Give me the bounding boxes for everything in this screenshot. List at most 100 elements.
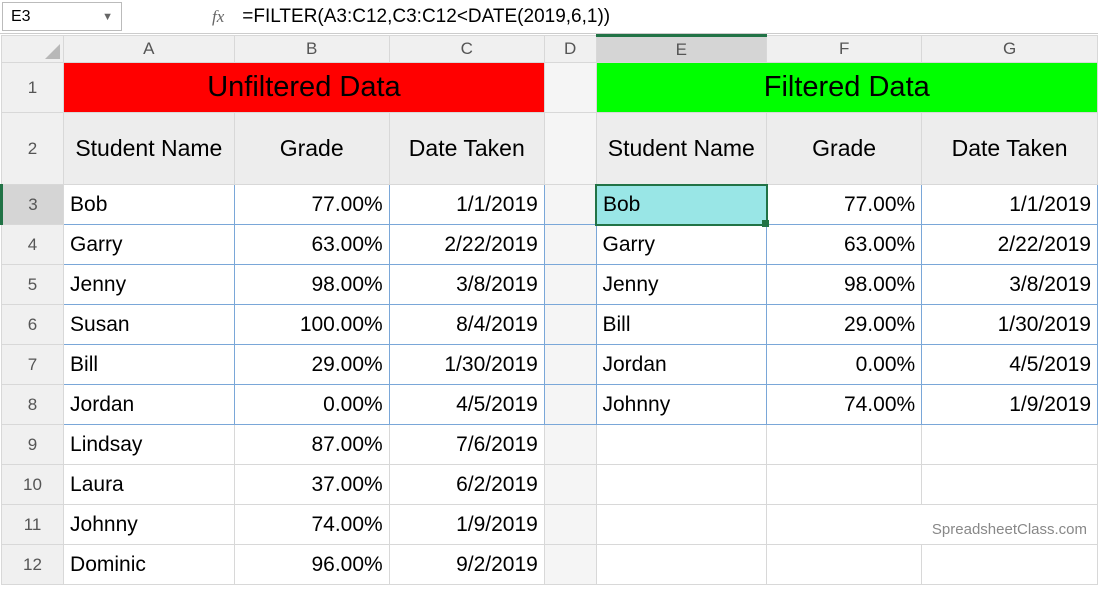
cell-b10[interactable]: 37.00% [234,465,389,505]
cell-b4[interactable]: 63.00% [234,225,389,265]
select-all-corner[interactable] [2,36,64,63]
cell-d5[interactable] [544,265,596,305]
cell-b3[interactable]: 77.00% [234,185,389,225]
cell-g9[interactable] [922,425,1098,465]
cell-b12[interactable]: 96.00% [234,545,389,585]
cell-a7[interactable]: Bill [64,345,235,385]
cell-g5[interactable]: 3/8/2019 [922,265,1098,305]
cell-d10[interactable] [544,465,596,505]
cell-f4[interactable]: 63.00% [767,225,922,265]
cell-f3[interactable]: 77.00% [767,185,922,225]
col-header-e[interactable]: E [596,36,767,63]
cell-c11[interactable]: 1/9/2019 [389,505,544,545]
cell-g8[interactable]: 1/9/2019 [922,385,1098,425]
row-header-4[interactable]: 4 [2,225,64,265]
cell-d11[interactable] [544,505,596,545]
cell-f12[interactable] [767,545,922,585]
col-header-d[interactable]: D [544,36,596,63]
hdr-date-fil[interactable]: Date Taken [922,113,1098,185]
cell-a9[interactable]: Lindsay [64,425,235,465]
cell-c3[interactable]: 1/1/2019 [389,185,544,225]
cell-a10[interactable]: Laura [64,465,235,505]
cell-e6[interactable]: Bill [596,305,767,345]
cell-c5[interactable]: 3/8/2019 [389,265,544,305]
row-header-8[interactable]: 8 [2,385,64,425]
cell-b9[interactable]: 87.00% [234,425,389,465]
cell-a3[interactable]: Bob [64,185,235,225]
col-header-f[interactable]: F [767,36,922,63]
cell-a12[interactable]: Dominic [64,545,235,585]
cell-a6[interactable]: Susan [64,305,235,345]
col-header-b[interactable]: B [234,36,389,63]
hdr-date-unf[interactable]: Date Taken [389,113,544,185]
name-box[interactable]: E3 ▼ [2,2,122,31]
row-header-6[interactable]: 6 [2,305,64,345]
cell-f9[interactable] [767,425,922,465]
spreadsheet-grid[interactable]: A B C D E F G 1 Unfiltered Data Filtered… [0,34,1098,585]
cell-d7[interactable] [544,345,596,385]
col-header-g[interactable]: G [922,36,1098,63]
cell-b5[interactable]: 98.00% [234,265,389,305]
cell-g4[interactable]: 2/22/2019 [922,225,1098,265]
row-header-5[interactable]: 5 [2,265,64,305]
cell-d1[interactable] [544,63,596,113]
row-header-3[interactable]: 3 [2,185,64,225]
cell-f6[interactable]: 29.00% [767,305,922,345]
cell-f8[interactable]: 74.00% [767,385,922,425]
cell-f5[interactable]: 98.00% [767,265,922,305]
cell-g10[interactable] [922,465,1098,505]
cell-e3-selected[interactable]: Bob [596,185,767,225]
col-header-c[interactable]: C [389,36,544,63]
cell-c9[interactable]: 7/6/2019 [389,425,544,465]
hdr-grade-unf[interactable]: Grade [234,113,389,185]
cell-d9[interactable] [544,425,596,465]
hdr-grade-fil[interactable]: Grade [767,113,922,185]
cell-a5[interactable]: Jenny [64,265,235,305]
cell-e10[interactable] [596,465,767,505]
cell-g12[interactable] [922,545,1098,585]
cell-g3[interactable]: 1/1/2019 [922,185,1098,225]
cell-d3[interactable] [544,185,596,225]
cell-e5[interactable]: Jenny [596,265,767,305]
cell-f10[interactable] [767,465,922,505]
row-header-11[interactable]: 11 [2,505,64,545]
cell-e4[interactable]: Garry [596,225,767,265]
cell-b7[interactable]: 29.00% [234,345,389,385]
cell-c12[interactable]: 9/2/2019 [389,545,544,585]
row-header-9[interactable]: 9 [2,425,64,465]
cell-b11[interactable]: 74.00% [234,505,389,545]
cell-e7[interactable]: Jordan [596,345,767,385]
cell-e9[interactable] [596,425,767,465]
title-filtered[interactable]: Filtered Data [596,63,1098,113]
cell-c7[interactable]: 1/30/2019 [389,345,544,385]
cell-c4[interactable]: 2/22/2019 [389,225,544,265]
cell-a8[interactable]: Jordan [64,385,235,425]
chevron-down-icon[interactable]: ▼ [102,11,113,23]
formula-input[interactable]: =FILTER(A3:C12,C3:C12<DATE(2019,6,1)) [242,6,610,28]
row-header-1[interactable]: 1 [2,63,64,113]
cell-d4[interactable] [544,225,596,265]
cell-b8[interactable]: 0.00% [234,385,389,425]
cell-a11[interactable]: Johnny [64,505,235,545]
row-header-2[interactable]: 2 [2,113,64,185]
cell-d8[interactable] [544,385,596,425]
cell-f11[interactable]: SpreadsheetClass.com [767,505,1098,545]
cell-e12[interactable] [596,545,767,585]
fx-icon[interactable]: fx [212,7,224,27]
cell-c6[interactable]: 8/4/2019 [389,305,544,345]
cell-c8[interactable]: 4/5/2019 [389,385,544,425]
cell-e11[interactable] [596,505,767,545]
hdr-student-unf[interactable]: Student Name [64,113,235,185]
cell-g7[interactable]: 4/5/2019 [922,345,1098,385]
cell-d6[interactable] [544,305,596,345]
row-header-7[interactable]: 7 [2,345,64,385]
row-header-12[interactable]: 12 [2,545,64,585]
cell-f7[interactable]: 0.00% [767,345,922,385]
row-header-10[interactable]: 10 [2,465,64,505]
cell-g6[interactable]: 1/30/2019 [922,305,1098,345]
cell-d12[interactable] [544,545,596,585]
title-unfiltered[interactable]: Unfiltered Data [64,63,545,113]
hdr-student-fil[interactable]: Student Name [596,113,767,185]
cell-a4[interactable]: Garry [64,225,235,265]
col-header-a[interactable]: A [64,36,235,63]
